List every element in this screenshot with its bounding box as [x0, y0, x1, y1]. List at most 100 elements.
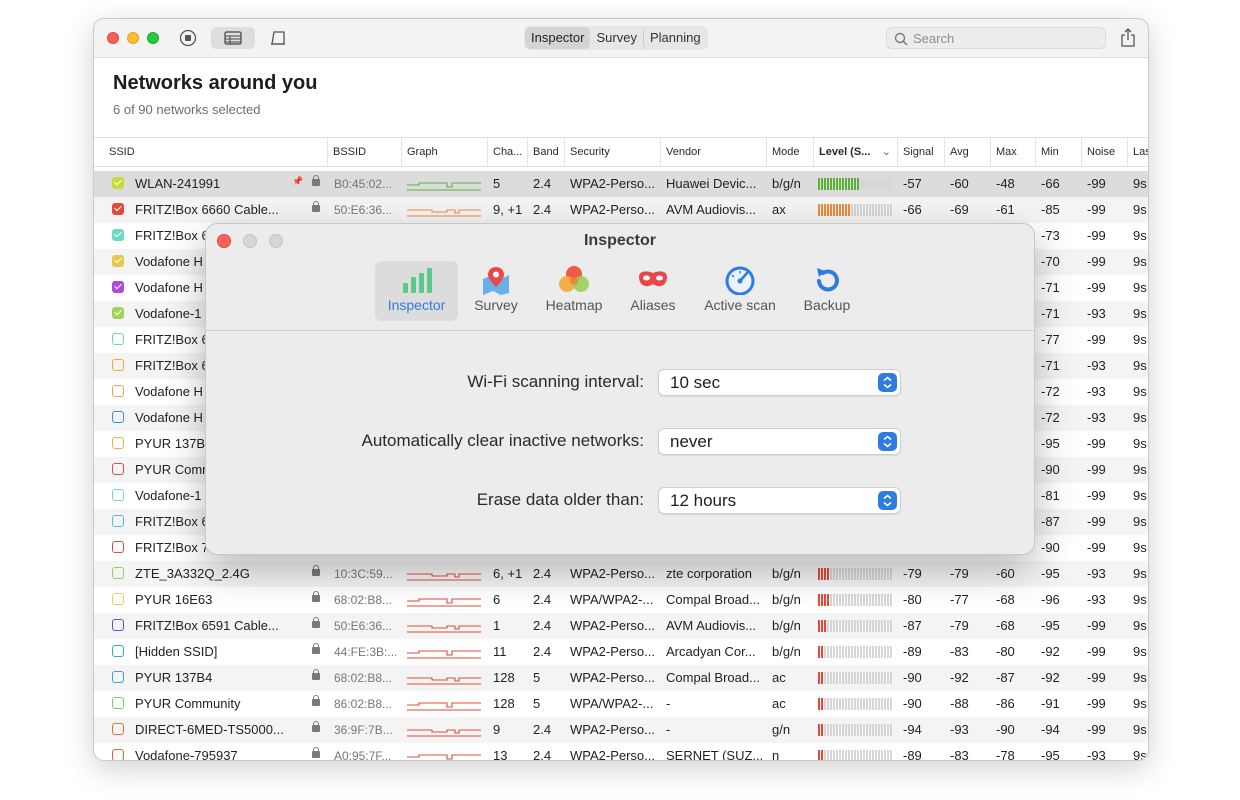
avg-cell: -92 [950, 670, 969, 685]
column-avg[interactable]: Avg [944, 138, 990, 166]
bssid-cell: 44:FE:3B:... [334, 645, 398, 659]
column-level-label: Level (S... [819, 146, 871, 158]
stop-scan-button[interactable] [176, 27, 200, 49]
column-bssid[interactable]: BSSID [327, 138, 401, 166]
pane-survey[interactable]: Survey [462, 261, 530, 321]
pane-heatmap-label: Heatmap [545, 297, 603, 313]
table-row[interactable]: FRITZ!Box 6591 Cable... 50:E6:36... 1 2.4 WP… [94, 613, 1148, 639]
network-checkbox[interactable] [112, 723, 124, 735]
last-seen-cell: 9s [1133, 566, 1147, 581]
network-checkbox[interactable] [112, 515, 124, 527]
network-checkbox[interactable] [112, 671, 124, 683]
band-cell: 2.4 [533, 748, 552, 761]
pane-inspector[interactable]: Inspector [375, 261, 458, 321]
table-row[interactable]: PYUR 16E63 68:02:B8... 6 2.4 WPA/WPA2-... Com… [94, 587, 1148, 613]
tab-inspector[interactable]: Inspector [525, 27, 591, 49]
table-row[interactable]: [Hidden SSID] 44:FE:3B:... 11 2.4 WPA2-Perso… [94, 639, 1148, 665]
network-checkbox[interactable] [112, 489, 124, 501]
ssid-cell: FRITZ!Box 6591 Cable... [135, 618, 279, 633]
network-checkbox[interactable] [112, 229, 124, 241]
erase-data-select[interactable]: 12 hours [658, 487, 901, 514]
column-channel[interactable]: Cha... [487, 138, 527, 166]
network-checkbox[interactable] [112, 593, 124, 605]
signal-cell: -57 [903, 176, 922, 191]
network-checkbox[interactable] [112, 749, 124, 760]
title-bar: Inspector Survey Planning Search [94, 19, 1148, 58]
table-row[interactable]: DIRECT-6MED-TS5000... 36:9F:7B... 9 2.4 WPA2… [94, 717, 1148, 743]
noise-cell: -93 [1087, 358, 1106, 373]
close-window-button[interactable] [107, 32, 119, 44]
table-row[interactable]: PYUR 137B4 68:02:B8... 128 5 WPA2-Perso... Co… [94, 665, 1148, 691]
band-cell: 2.4 [533, 566, 552, 581]
ssid-cell: [Hidden SSID] [135, 644, 218, 659]
network-checkbox[interactable] [112, 203, 124, 215]
bssid-cell: 68:02:B8... [334, 671, 393, 685]
signal-level-meter [818, 204, 892, 216]
search-field[interactable]: Search [886, 27, 1106, 49]
graph-view-button[interactable] [264, 27, 292, 49]
column-level[interactable]: Level (S... ⌄ [813, 138, 897, 166]
minimize-window-button[interactable] [127, 32, 139, 44]
share-button[interactable] [1120, 28, 1136, 53]
network-checkbox[interactable] [112, 359, 124, 371]
pane-backup[interactable]: Backup [794, 261, 860, 321]
network-checkbox[interactable] [112, 645, 124, 657]
column-last[interactable]: Las [1127, 138, 1148, 166]
network-checkbox[interactable] [112, 697, 124, 709]
table-row[interactable]: Vodafone-795937 A0:95:7F... 13 2.4 WPA2-Pers… [94, 743, 1148, 761]
table-row[interactable]: FRITZ!Box 6660 Cable... 50:E6:36... 9, +1 2… [94, 197, 1148, 223]
network-checkbox[interactable] [112, 463, 124, 475]
tab-survey[interactable]: Survey [590, 27, 642, 49]
zoom-window-button[interactable] [147, 32, 159, 44]
network-checkbox[interactable] [112, 333, 124, 345]
column-graph[interactable]: Graph [401, 138, 487, 166]
network-checkbox[interactable] [112, 619, 124, 631]
channel-cell: 1 [493, 618, 501, 633]
column-signal[interactable]: Signal [897, 138, 944, 166]
network-checkbox[interactable] [112, 177, 124, 189]
min-cell: -95 [1041, 618, 1060, 633]
vendor-cell: Huawei Devic... [666, 176, 757, 191]
last-seen-cell: 9s [1133, 488, 1147, 503]
column-mode[interactable]: Mode [766, 138, 813, 166]
table-row[interactable]: PYUR Community 86:02:B8... 128 5 WPA/WPA2-..… [94, 691, 1148, 717]
pane-active-scan[interactable]: Active scan [692, 261, 788, 321]
pin-icon[interactable]: 📌 [292, 176, 303, 187]
network-checkbox[interactable] [112, 567, 124, 579]
table-view-button[interactable] [211, 27, 255, 49]
network-checkbox[interactable] [112, 541, 124, 553]
channel-cell: 128 [493, 696, 515, 711]
channel-cell: 5 [493, 176, 501, 191]
network-checkbox[interactable] [112, 385, 124, 397]
lock-icon [312, 695, 320, 706]
search-icon [894, 32, 908, 46]
table-row[interactable]: WLAN-241991 📌 B0:45:02... 5 2.4 WPA2-Perso...… [94, 171, 1148, 197]
tab-planning[interactable]: Planning [642, 27, 707, 49]
max-cell: -78 [996, 748, 1015, 761]
pane-heatmap[interactable]: Heatmap [536, 261, 612, 321]
last-seen-cell: 9s [1133, 722, 1147, 737]
column-security[interactable]: Security [564, 138, 660, 166]
last-seen-cell: 9s [1133, 228, 1147, 243]
max-cell: -48 [996, 176, 1015, 191]
pane-aliases[interactable]: Aliases [620, 261, 686, 321]
network-checkbox[interactable] [112, 411, 124, 423]
column-max[interactable]: Max [990, 138, 1035, 166]
network-checkbox[interactable] [112, 281, 124, 293]
column-vendor[interactable]: Vendor [660, 138, 766, 166]
table-row[interactable]: ZTE_3A332Q_2.4G 10:3C:59... 6, +1 2.4 WPA2-P… [94, 561, 1148, 587]
column-noise[interactable]: Noise [1081, 138, 1127, 166]
avg-cell: -83 [950, 748, 969, 761]
network-checkbox[interactable] [112, 307, 124, 319]
network-checkbox[interactable] [112, 255, 124, 267]
noise-cell: -99 [1087, 176, 1106, 191]
bssid-cell: 68:02:B8... [334, 593, 393, 607]
clear-inactive-select[interactable]: never [658, 428, 901, 455]
share-icon [1121, 28, 1135, 47]
column-min[interactable]: Min [1035, 138, 1081, 166]
signal-cell: -80 [903, 592, 922, 607]
scan-interval-select[interactable]: 10 sec [658, 369, 901, 396]
network-checkbox[interactable] [112, 437, 124, 449]
column-band[interactable]: Band [527, 138, 564, 166]
column-ssid[interactable]: SSID [94, 138, 327, 166]
